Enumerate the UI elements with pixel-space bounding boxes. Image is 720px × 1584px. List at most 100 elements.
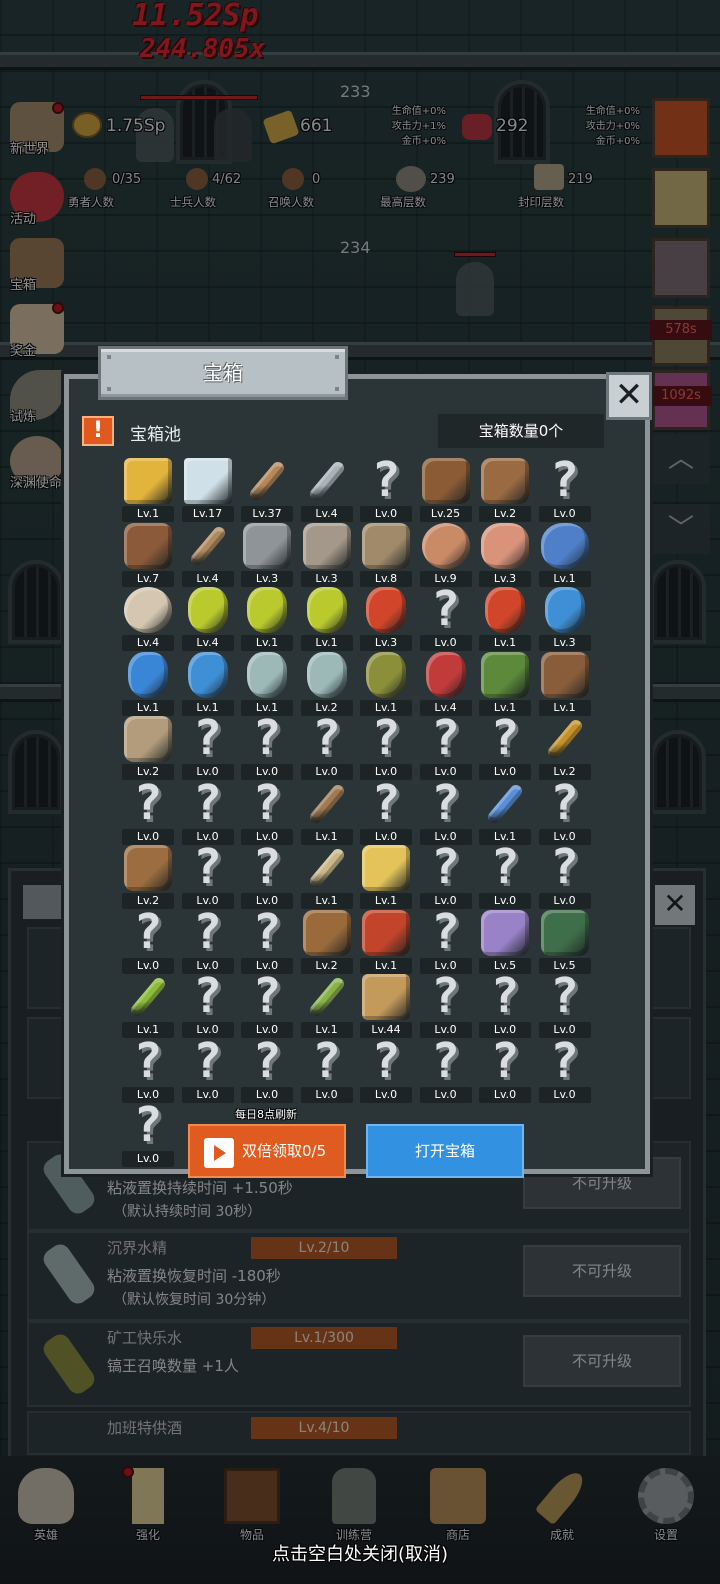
chest-item-cell[interactable]: Lv.37 bbox=[237, 458, 297, 522]
chest-item-cell[interactable]: ? Lv.0 bbox=[535, 1035, 595, 1103]
chest-item-cell[interactable]: ? Lv.0 bbox=[475, 712, 535, 780]
chest-item-cell[interactable]: Lv.3 bbox=[237, 522, 297, 587]
chest-item-cell[interactable]: Lv.7 bbox=[118, 522, 178, 587]
chest-item-cell[interactable]: Lv.9 bbox=[416, 522, 476, 587]
fire-shield-icon bbox=[362, 909, 410, 956]
chest-item-cell[interactable]: ? Lv.0 bbox=[297, 1035, 357, 1103]
winged-boot-icon bbox=[481, 651, 529, 698]
chest-item-cell[interactable]: ? Lv.0 bbox=[237, 906, 297, 974]
chest-item-cell[interactable]: ? Lv.0 bbox=[237, 841, 297, 909]
open-chest-button[interactable]: 打开宝箱 bbox=[366, 1124, 524, 1178]
chest-item-cell[interactable]: Lv.4 bbox=[118, 587, 178, 651]
chest-item-cell[interactable]: ? Lv.0 bbox=[178, 841, 238, 909]
chest-item-cell[interactable]: ? Lv.0 bbox=[475, 970, 535, 1038]
chest-item-cell[interactable]: Lv.44 bbox=[356, 974, 416, 1038]
unknown-item-icon: ? bbox=[431, 903, 460, 960]
chest-item-cell[interactable]: ? Lv.0 bbox=[535, 454, 595, 522]
chest-item-cell[interactable]: Lv.5 bbox=[475, 909, 535, 974]
item-level: Lv.4 bbox=[181, 635, 234, 651]
chest-item-cell[interactable]: ? Lv.0 bbox=[237, 777, 297, 845]
emblem-shield-icon bbox=[540, 909, 589, 956]
chest-item-cell[interactable]: ? Lv.0 bbox=[178, 906, 238, 974]
chest-item-cell[interactable]: ? Lv.0 bbox=[356, 712, 416, 780]
chest-item-cell[interactable]: ? Lv.0 bbox=[178, 777, 238, 845]
chest-item-cell[interactable]: Lv.2 bbox=[535, 716, 595, 780]
chest-item-cell[interactable]: ? Lv.0 bbox=[416, 712, 476, 780]
chest-item-cell[interactable]: ? Lv.0 bbox=[416, 583, 476, 651]
chest-item-cell[interactable]: ? Lv.0 bbox=[416, 970, 476, 1038]
chest-item-cell[interactable]: Lv.4 bbox=[178, 523, 238, 587]
chest-item-cell[interactable]: Lv.2 bbox=[475, 458, 535, 522]
leather-boot-icon bbox=[540, 651, 589, 698]
chest-item-cell[interactable]: Lv.3 bbox=[535, 587, 595, 651]
chest-item-cell[interactable]: ? Lv.0 bbox=[118, 777, 178, 845]
chest-item-cell[interactable]: ? Lv.0 bbox=[118, 1099, 178, 1167]
chest-item-cell[interactable]: ? Lv.0 bbox=[416, 841, 476, 909]
chest-item-cell[interactable]: ? Lv.0 bbox=[118, 906, 178, 974]
chest-item-cell[interactable]: ? Lv.0 bbox=[237, 1035, 297, 1103]
chest-item-cell[interactable]: Lv.2 bbox=[118, 716, 178, 780]
chest-item-cell[interactable]: Lv.1 bbox=[118, 458, 178, 522]
chest-item-cell[interactable]: ? Lv.0 bbox=[178, 712, 238, 780]
chest-item-cell[interactable]: Lv.4 bbox=[416, 651, 476, 716]
chest-item-cell[interactable]: ? Lv.0 bbox=[535, 841, 595, 909]
chest-item-cell[interactable]: ? Lv.0 bbox=[237, 712, 297, 780]
chest-item-cell[interactable]: Lv.2 bbox=[297, 651, 357, 716]
chest-item-cell[interactable]: ? Lv.0 bbox=[237, 970, 297, 1038]
chest-item-cell[interactable]: ? Lv.0 bbox=[535, 970, 595, 1038]
item-level: Lv.1 bbox=[360, 957, 412, 974]
chest-item-cell[interactable]: ? Lv.0 bbox=[356, 454, 416, 522]
chest-item-cell[interactable]: ? Lv.0 bbox=[475, 841, 535, 909]
great-helm-icon bbox=[362, 522, 410, 569]
chest-item-cell[interactable]: Lv.1 bbox=[297, 974, 357, 1038]
chest-item-cell[interactable]: Lv.1 bbox=[178, 651, 238, 716]
chest-item-cell[interactable]: Lv.4 bbox=[178, 587, 238, 651]
ham-icon bbox=[421, 522, 470, 569]
chest-item-cell[interactable]: Lv.1 bbox=[297, 845, 357, 909]
chest-item-cell[interactable]: ? Lv.0 bbox=[416, 906, 476, 974]
chest-item-cell[interactable]: ? Lv.0 bbox=[416, 777, 476, 845]
chest-item-cell[interactable]: ? Lv.0 bbox=[297, 712, 357, 780]
close-icon[interactable]: ✕ bbox=[606, 372, 652, 420]
chest-item-cell[interactable]: Lv.1 bbox=[237, 651, 297, 716]
chest-item-cell[interactable]: Lv.1 bbox=[297, 587, 357, 651]
steak-icon bbox=[481, 522, 529, 569]
chest-item-cell[interactable]: Lv.2 bbox=[297, 909, 357, 974]
chest-item-cell[interactable]: Lv.1 bbox=[475, 651, 535, 716]
chest-item-cell[interactable]: ? Lv.0 bbox=[118, 1035, 178, 1103]
item-level: Lv.2 bbox=[300, 957, 353, 974]
chest-item-cell[interactable]: ? Lv.0 bbox=[356, 1035, 416, 1103]
green-bottle-icon bbox=[366, 651, 406, 698]
diamond-icon bbox=[183, 458, 232, 504]
chest-item-cell[interactable]: Lv.8 bbox=[356, 522, 416, 587]
chest-item-cell[interactable]: Lv.2 bbox=[118, 845, 178, 909]
chest-item-cell[interactable]: Lv.1 bbox=[356, 845, 416, 909]
chest-item-cell[interactable]: Lv.1 bbox=[535, 522, 595, 587]
item-level: Lv.3 bbox=[479, 570, 531, 587]
chest-item-cell[interactable]: Lv.1 bbox=[237, 587, 297, 651]
chest-item-cell[interactable]: Lv.3 bbox=[475, 522, 535, 587]
chest-item-cell[interactable]: Lv.1 bbox=[118, 974, 178, 1038]
chest-item-cell[interactable]: Lv.4 bbox=[297, 458, 357, 522]
boot-icon bbox=[124, 716, 172, 762]
chest-item-cell[interactable]: Lv.1 bbox=[535, 651, 595, 716]
chest-item-cell[interactable]: ? Lv.0 bbox=[475, 1035, 535, 1103]
chest-item-cell[interactable]: Lv.3 bbox=[356, 587, 416, 651]
chest-item-cell[interactable]: Lv.25 bbox=[416, 458, 476, 522]
chest-item-cell[interactable]: Lv.1 bbox=[297, 781, 357, 845]
chest-item-cell[interactable]: ? Lv.0 bbox=[178, 1035, 238, 1103]
chest-item-cell[interactable]: ? Lv.0 bbox=[178, 970, 238, 1038]
chest-item-cell[interactable]: Lv.3 bbox=[297, 522, 357, 587]
chest-item-cell[interactable]: ? Lv.0 bbox=[535, 777, 595, 845]
chest-item-cell[interactable]: ? Lv.0 bbox=[416, 1035, 476, 1103]
chest-item-cell[interactable]: Lv.1 bbox=[356, 909, 416, 974]
chest-item-cell[interactable]: Lv.17 bbox=[178, 458, 238, 522]
chest-item-cell[interactable]: Lv.5 bbox=[535, 909, 595, 974]
chest-item-cell[interactable]: Lv.1 bbox=[118, 651, 178, 716]
chest-item-cell[interactable]: Lv.1 bbox=[475, 587, 535, 651]
chest-item-cell[interactable]: ? Lv.0 bbox=[356, 777, 416, 845]
item-level: Lv.0 bbox=[479, 764, 531, 780]
chest-item-cell[interactable]: Lv.1 bbox=[475, 781, 535, 845]
chest-item-cell[interactable]: Lv.1 bbox=[356, 651, 416, 716]
double-claim-button[interactable]: 双倍领取0/5 bbox=[188, 1124, 346, 1178]
